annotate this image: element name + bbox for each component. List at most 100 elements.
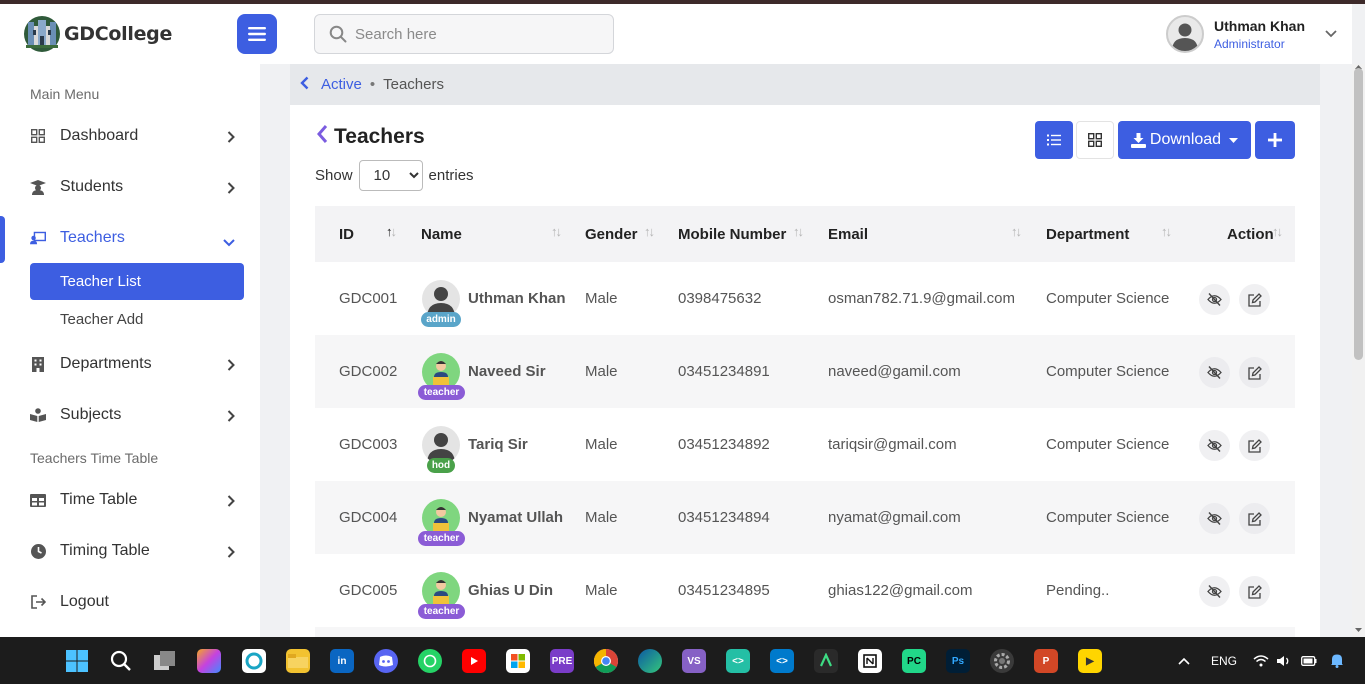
cell-name[interactable]: Tariq Sir xyxy=(468,408,528,481)
microsoft-store-icon[interactable] xyxy=(506,649,530,673)
edit-button[interactable] xyxy=(1239,576,1270,607)
college-building-icon xyxy=(22,14,62,54)
edge-icon[interactable] xyxy=(638,649,662,673)
edit-button[interactable] xyxy=(1239,430,1270,461)
grid-view-button[interactable] xyxy=(1076,121,1114,159)
search-icon[interactable] xyxy=(109,649,133,673)
sort-icon[interactable]: ↑↓ xyxy=(644,224,655,239)
app-pre-icon[interactable]: PRE xyxy=(550,649,574,673)
volume-icon[interactable] xyxy=(1276,637,1292,684)
edit-button[interactable] xyxy=(1239,357,1270,388)
breadcrumb-active-link[interactable]: Active xyxy=(321,76,362,93)
table-row[interactable]: GDC004 teacher Nyamat Ullah Male 0345123… xyxy=(315,481,1295,554)
sort-icon[interactable]: ↑↓ xyxy=(1161,224,1172,239)
cell-name[interactable]: Naveed Sir xyxy=(468,335,546,408)
download-button[interactable]: Download xyxy=(1118,121,1251,159)
youtube-icon[interactable] xyxy=(462,649,486,673)
hide-button[interactable] xyxy=(1199,576,1230,607)
cell-email: osman782.71.9@gmail.com xyxy=(828,290,1015,307)
cell-name[interactable]: Uthman Khan xyxy=(468,262,566,335)
wifi-icon[interactable] xyxy=(1253,637,1269,684)
entries-select[interactable]: 10 xyxy=(358,160,423,191)
column-header-email[interactable]: Email xyxy=(828,206,868,262)
powerpoint-icon[interactable]: P xyxy=(1034,649,1058,673)
linkedin-icon[interactable]: in xyxy=(330,649,354,673)
visual-studio-icon[interactable]: VS xyxy=(682,649,706,673)
table-row[interactable]: GDC001 admin Uthman Khan Male 0398475632… xyxy=(315,262,1295,335)
app-logo[interactable]: GDCollege xyxy=(22,14,172,54)
photos-app-icon[interactable] xyxy=(242,649,266,673)
scroll-down-arrow-icon[interactable] xyxy=(1352,626,1365,634)
hide-button[interactable] xyxy=(1199,284,1230,315)
column-header-department[interactable]: Department xyxy=(1046,206,1129,262)
chevron-left-icon[interactable] xyxy=(300,76,309,94)
cell-mobile: 0398475632 xyxy=(678,290,762,307)
sort-icon[interactable]: ↑↓ xyxy=(1011,224,1022,239)
sidebar-item-dashboard[interactable]: Dashboard xyxy=(30,121,235,151)
vscode-icon[interactable]: <> xyxy=(770,649,794,673)
sidebar-subitem-teacher-add[interactable]: Teacher Add xyxy=(60,311,143,328)
column-header-mobile[interactable]: Mobile Number xyxy=(678,206,786,262)
pycharm-icon[interactable]: PC xyxy=(902,649,926,673)
edit-icon xyxy=(1247,511,1262,526)
photoshop-icon[interactable]: Ps xyxy=(946,649,970,673)
sort-icon[interactable]: ↑↓ xyxy=(551,224,562,239)
terminal-app-icon[interactable] xyxy=(814,649,838,673)
hide-button[interactable] xyxy=(1199,357,1230,388)
sidebar-item-departments[interactable]: Departments xyxy=(30,349,235,379)
sidebar-subitem-teacher-list[interactable]: Teacher List xyxy=(30,263,244,300)
sidebar-item-students[interactable]: Students xyxy=(30,172,235,202)
tray-chevron-up-icon[interactable] xyxy=(1178,637,1190,684)
file-explorer-icon[interactable] xyxy=(286,649,310,673)
battery-icon[interactable] xyxy=(1301,637,1317,684)
cell-id: GDC003 xyxy=(339,436,398,453)
user-menu[interactable]: Uthman Khan Administrator xyxy=(1166,14,1337,54)
sort-icon[interactable]: ↑↓ xyxy=(386,224,397,239)
notion-icon[interactable] xyxy=(858,649,882,673)
edit-icon xyxy=(1247,438,1262,453)
table-row[interactable]: GDC003 hod Tariq Sir Male 03451234892 ta… xyxy=(315,408,1295,481)
add-teacher-button[interactable] xyxy=(1255,121,1295,159)
cell-name[interactable]: Ghias U Din xyxy=(468,554,553,627)
hide-button[interactable] xyxy=(1199,430,1230,461)
sidebar-item-teachers[interactable]: Teachers xyxy=(30,223,235,253)
column-header-name[interactable]: Name xyxy=(421,206,462,262)
cell-gender: Male xyxy=(585,509,618,526)
column-header-gender[interactable]: Gender xyxy=(585,206,638,262)
sort-icon[interactable]: ↑↓ xyxy=(793,224,804,239)
scrollbar-thumb[interactable] xyxy=(1354,68,1363,360)
sidebar-item-time-table[interactable]: Time Table xyxy=(30,485,235,515)
copilot-icon[interactable] xyxy=(197,649,221,673)
column-header-id[interactable]: ID xyxy=(339,206,354,262)
table-row[interactable]: GDC002 teacher Naveed Sir Male 034512348… xyxy=(315,335,1295,408)
sidebar-item-timing-table[interactable]: Timing Table xyxy=(30,536,235,566)
hide-button[interactable] xyxy=(1199,503,1230,534)
language-indicator[interactable]: ENG xyxy=(1211,637,1237,684)
media-player-icon[interactable]: ▶ xyxy=(1078,649,1102,673)
cell-email: ghias122@gmail.com xyxy=(828,582,973,599)
windows-start-icon[interactable] xyxy=(65,649,89,673)
role-badge: teacher xyxy=(418,385,465,400)
entries-label: entries xyxy=(428,167,474,184)
discord-icon[interactable] xyxy=(374,649,398,673)
settings-gear-icon[interactable] xyxy=(990,649,1014,673)
table-row[interactable]: GDC005 teacher Ghias U Din Male 03451234… xyxy=(315,554,1295,627)
page-scrollbar[interactable] xyxy=(1352,64,1365,637)
search-input[interactable] xyxy=(355,25,585,43)
back-chevron-icon[interactable] xyxy=(316,124,328,150)
whatsapp-icon[interactable] xyxy=(418,649,442,673)
cell-name[interactable]: Nyamat Ullah xyxy=(468,481,563,554)
menu-toggle-button[interactable] xyxy=(237,14,277,54)
vscode-insiders-icon[interactable]: <> xyxy=(726,649,750,673)
notification-bell-icon[interactable] xyxy=(1330,637,1344,684)
user-name: Uthman Khan xyxy=(1214,17,1305,34)
edit-button[interactable] xyxy=(1239,284,1270,315)
sort-icon[interactable]: ↑↓ xyxy=(1272,224,1283,239)
chrome-icon[interactable] xyxy=(594,649,618,673)
task-view-icon[interactable] xyxy=(153,649,177,673)
sidebar-item-logout[interactable]: Logout xyxy=(30,587,235,617)
edit-button[interactable] xyxy=(1239,503,1270,534)
list-view-button[interactable] xyxy=(1035,121,1073,159)
sidebar-item-subjects[interactable]: Subjects xyxy=(30,400,235,430)
logo-text: GDCollege xyxy=(64,23,173,45)
